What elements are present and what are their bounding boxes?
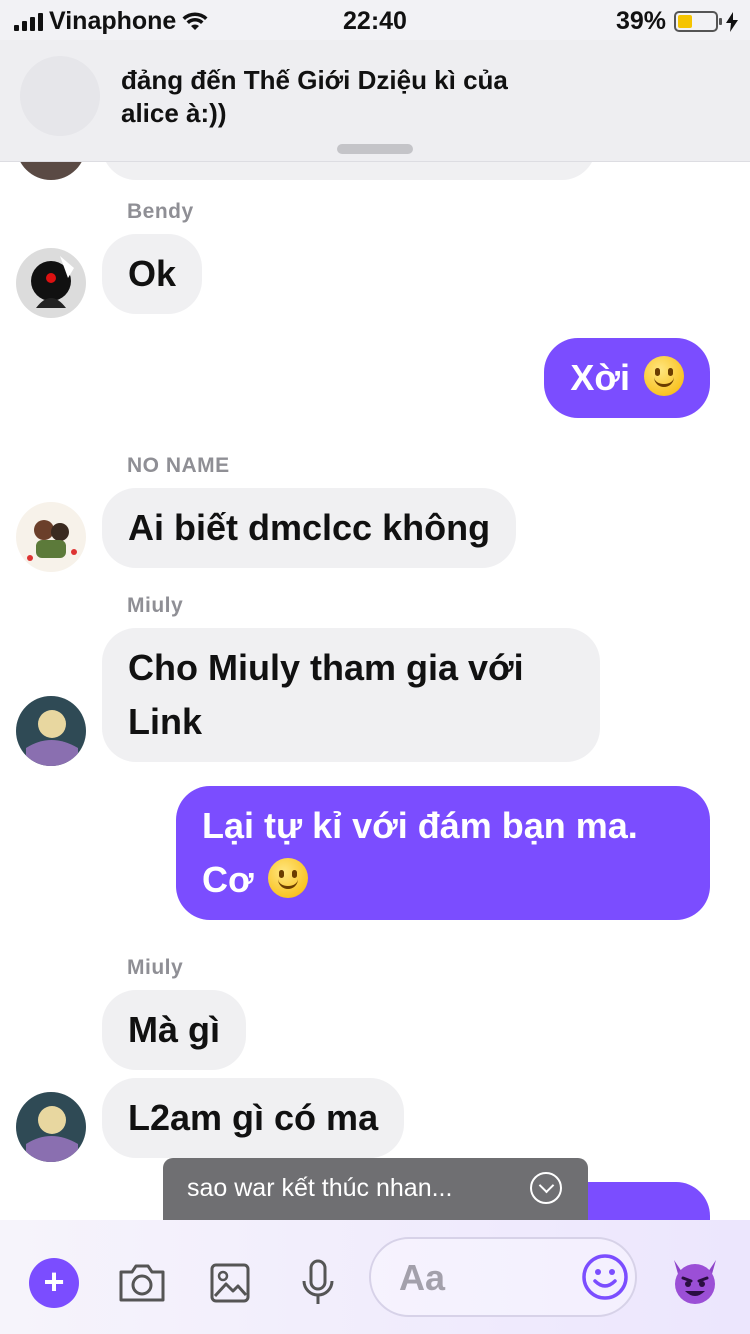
avatar-bendy[interactable]: [16, 248, 86, 318]
smiley-icon[interactable]: [581, 1253, 629, 1301]
notification-avatar: [20, 56, 100, 136]
avatar-miuly[interactable]: [16, 696, 86, 766]
image-icon: [210, 1263, 250, 1303]
devil-emoji-icon[interactable]: [668, 1254, 722, 1308]
status-bar: Vinaphone 22:40 39%: [0, 0, 750, 40]
message-text-input[interactable]: [399, 1251, 589, 1305]
message-notification-banner[interactable]: đảng đến Thế Giới Dziệu kì của alice à:)…: [0, 40, 750, 162]
message-text: Xời: [570, 357, 630, 398]
smiling-face-emoji-icon: [267, 858, 308, 898]
sender-name: NO NAME: [127, 454, 230, 477]
sender-name: Miuly: [127, 594, 184, 617]
sender-name: Bendy: [127, 200, 194, 223]
message-bubble[interactable]: Mà gì: [102, 990, 247, 1070]
microphone-icon: [302, 1259, 334, 1304]
chevron-down-icon[interactable]: [530, 1172, 562, 1204]
message-text: L2am gì có ma: [128, 1097, 379, 1138]
notification-text: đảng đến Thế Giới Dziệu kì của alice à:)…: [121, 65, 508, 128]
message-text-line: Cho Miuly tham gia với: [128, 647, 524, 688]
camera-icon: [119, 1264, 165, 1302]
battery-icon: [674, 11, 722, 32]
message-bubble[interactable]: Ok: [102, 234, 203, 314]
message-bubble[interactable]: Ai biết dmclcc không: [102, 488, 517, 568]
message-bubble-partial[interactable]: [102, 162, 596, 180]
plus-button[interactable]: +: [29, 1258, 79, 1308]
message-bubble[interactable]: Cho Miuly tham gia với Link: [102, 628, 600, 762]
avatar-partial[interactable]: [16, 162, 86, 180]
camera-button[interactable]: [115, 1256, 169, 1310]
conversation-thread[interactable]: Bendy Ok Xời NO NAME Ai biết dmclcc khôn…: [0, 162, 750, 1220]
message-text: Ai biết dmclcc không: [128, 507, 491, 548]
charging-bolt-icon: [726, 11, 738, 32]
toast-text: sao war kết thúc nhan...: [187, 1174, 453, 1202]
avatar-noname[interactable]: [16, 502, 86, 572]
message-bubble-outgoing[interactable]: Lại tự kỉ với đám bạn ma. Cơ: [176, 786, 710, 920]
new-message-toast[interactable]: sao war kết thúc nhan...: [163, 1158, 588, 1220]
message-input[interactable]: [369, 1237, 637, 1317]
message-bubble[interactable]: L2am gì có ma: [102, 1078, 405, 1158]
message-text-line: Cơ: [202, 859, 254, 900]
status-right: 39%: [616, 7, 738, 36]
composer-bar: +: [0, 1220, 750, 1334]
message-text-line: Lại tự kỉ với đám bạn ma.: [202, 805, 638, 846]
banner-drag-handle[interactable]: [337, 144, 413, 154]
message-text: Mà gì: [128, 1009, 221, 1050]
smiling-face-emoji-icon: [644, 356, 684, 396]
sender-name: Miuly: [127, 956, 184, 979]
avatar-miuly[interactable]: [16, 1092, 86, 1162]
message-text-line: Link: [128, 701, 203, 742]
image-button[interactable]: [203, 1256, 257, 1310]
microphone-button[interactable]: [291, 1256, 345, 1310]
battery-percent: 39%: [615, 7, 666, 35]
message-bubble-outgoing[interactable]: Xời: [544, 338, 710, 418]
message-text: Ok: [128, 253, 177, 294]
